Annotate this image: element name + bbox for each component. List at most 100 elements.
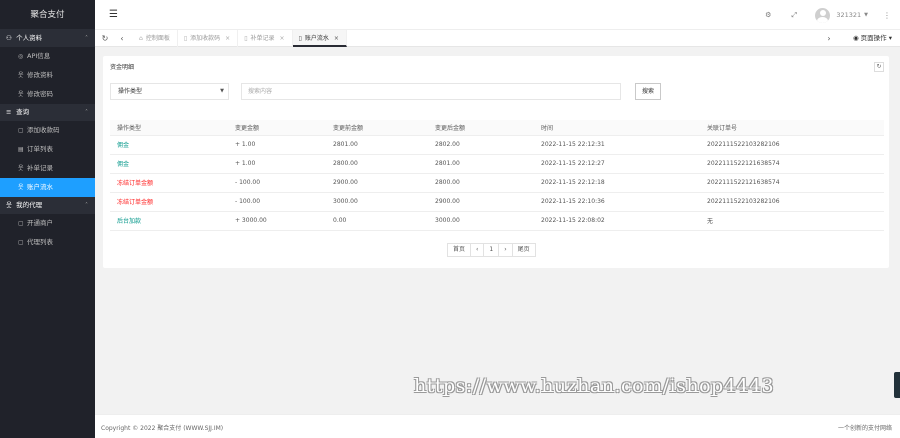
- watermark: https://www.huzhan.com/ishop4443: [414, 375, 775, 397]
- pagination-page-1[interactable]: 1: [483, 243, 500, 257]
- chevron-down-icon[interactable]: ▼: [864, 12, 868, 18]
- tab-dashboard[interactable]: ⌂ 控制面板: [133, 30, 178, 47]
- cell-amount: - 100.00: [228, 173, 326, 193]
- pagination-prev[interactable]: ‹: [470, 243, 485, 257]
- bars-icon: ≡: [6, 108, 12, 116]
- tab-label: 控制面板: [145, 35, 170, 42]
- chevron-left-icon[interactable]: ‹: [115, 30, 129, 47]
- refresh-icon[interactable]: ↻: [98, 30, 112, 47]
- cell-order: 无: [700, 211, 884, 231]
- cell-before: 2900.00: [326, 173, 428, 193]
- cell-type: 冻结订单金额: [110, 173, 228, 193]
- funds-detail-card: 资金明细 ↻ 操作类型 ▼ 搜索 操作类型 变更金额 变更前金额 变更后金额 时…: [103, 56, 889, 268]
- column-header: 变更后金额: [428, 120, 534, 136]
- hamburger-icon[interactable]: ☰: [109, 9, 118, 20]
- page-operations-menu[interactable]: ◉ 页面操作 ▾: [853, 30, 892, 47]
- app-logo[interactable]: 聚合支付: [0, 0, 95, 30]
- sidebar-item-open-merchant[interactable]: ▢ 开通商户: [0, 214, 95, 233]
- sidebar-item-supplement-records[interactable]: 웃 补单记录: [0, 159, 95, 178]
- tab-label: 添加收款码: [190, 35, 221, 42]
- user-icon: 웃: [18, 91, 24, 98]
- circle-dot-icon: ◉: [852, 34, 859, 42]
- close-icon[interactable]: ×: [334, 35, 339, 42]
- nav-group-query[interactable]: ≡ 查询 ˄: [0, 104, 95, 121]
- cell-amount: + 3000.00: [228, 211, 326, 231]
- doc-icon: ▢: [18, 127, 24, 134]
- refresh-icon[interactable]: ↻: [874, 62, 884, 72]
- user-icon: 웃: [18, 165, 24, 172]
- table-row: 佣金 + 1.00 2801.00 2802.00 2022-11-15 22:…: [110, 135, 884, 155]
- nav-group-label: 个人资料: [16, 34, 43, 42]
- column-header: 关联订单号: [700, 120, 884, 136]
- cell-time: 2022-11-15 22:12:18: [534, 173, 700, 193]
- page-ops-label: 页面操作: [860, 34, 887, 42]
- cell-type: 佣金: [110, 154, 228, 174]
- tab-account-flow[interactable]: ▯ 账户流水 ×: [292, 30, 347, 47]
- column-header: 变更金额: [228, 120, 326, 136]
- cell-after: 2800.00: [428, 173, 534, 193]
- pagination-next[interactable]: ›: [498, 243, 513, 257]
- search-input[interactable]: [241, 83, 621, 100]
- sidebar-item-label: 开通商户: [27, 219, 53, 227]
- footer: Copyright © 2022 聚合支付 (WWW.SJJ.IM) 一个创新的…: [95, 414, 900, 438]
- nav-group-agent[interactable]: 웃 我的代理 ˄: [0, 197, 95, 214]
- sidebar-item-label: 修改密码: [27, 90, 53, 98]
- sidebar-item-label: API信息: [27, 52, 51, 60]
- operation-type-select[interactable]: 操作类型 ▼: [110, 83, 229, 100]
- chevron-up-icon: ˄: [85, 109, 88, 116]
- column-header: 时间: [534, 120, 700, 136]
- sidebar-item-label: 账户流水: [27, 183, 53, 191]
- fullscreen-icon[interactable]: ⤢: [781, 11, 807, 20]
- sidebar-item-label: 订单列表: [27, 145, 53, 153]
- cell-time: 2022-11-15 22:12:31: [534, 135, 700, 155]
- column-header: 操作类型: [110, 120, 228, 136]
- sidebar-item-agent-list[interactable]: ▢ 代理列表: [0, 233, 95, 252]
- sidebar-item-edit-profile[interactable]: 웃 修改资料: [0, 66, 95, 85]
- sidebar-item-change-password[interactable]: 웃 修改密码: [0, 85, 95, 104]
- sidebar-item-label: 补单记录: [27, 164, 53, 172]
- caret-down-icon: ▾: [888, 34, 892, 42]
- sidebar-item-label: 添加收款码: [27, 126, 60, 134]
- cell-after: 2802.00: [428, 135, 534, 155]
- cell-after: 2900.00: [428, 192, 534, 212]
- close-icon[interactable]: ×: [225, 35, 230, 42]
- close-icon[interactable]: ×: [280, 35, 285, 42]
- sidebar-item-add-qrcode[interactable]: ▢ 添加收款码: [0, 121, 95, 140]
- user-icon: ⚇: [6, 34, 12, 42]
- tab-add-qrcode[interactable]: ▯ 添加收款码 ×: [178, 30, 239, 47]
- copyright-text: Copyright © 2022 聚合支付 (WWW.SJJ.IM): [101, 425, 224, 432]
- cell-after: 2801.00: [428, 154, 534, 174]
- cell-type: 冻结订单金额: [110, 192, 228, 212]
- list-icon: ▤: [18, 146, 24, 153]
- chevron-right-icon[interactable]: ›: [822, 30, 836, 47]
- avatar[interactable]: [815, 7, 831, 23]
- chevron-up-icon: ˄: [85, 202, 88, 209]
- nav-group-label: 我的代理: [16, 201, 43, 209]
- nav-group-profile[interactable]: ⚇ 个人资料 ˄: [0, 30, 95, 47]
- username[interactable]: 321321: [836, 11, 861, 19]
- cell-after: 3000.00: [428, 211, 534, 231]
- tabs-bar: ↻ ‹ ⌂ 控制面板 ▯ 添加收款码 × ▯ 补单记录 × ▯ 账户流水 × › ◉ 页面操作 …: [95, 30, 900, 47]
- doc-icon: ▢: [18, 239, 24, 246]
- table-row: 佣金 + 1.00 2800.00 2801.00 2022-11-15 22:…: [110, 154, 884, 174]
- tab-supplement-records[interactable]: ▯ 补单记录 ×: [238, 30, 293, 47]
- cell-amount: + 1.00: [228, 135, 326, 155]
- tab-label: 补单记录: [250, 35, 275, 42]
- theme-icon[interactable]: ⚙: [755, 11, 781, 19]
- sidebar-item-label: 修改资料: [27, 71, 53, 79]
- floating-side-widget[interactable]: [894, 372, 900, 398]
- sidebar: 聚合支付 ⚇ 个人资料 ˄ ◎ API信息 웃 修改资料 웃 修改密码 ≡ 查询 ˄ …: [0, 0, 95, 438]
- pagination-last[interactable]: 尾页: [511, 243, 536, 257]
- chevron-up-icon: ˄: [85, 35, 88, 42]
- cell-before: 3000.00: [326, 192, 428, 212]
- table-row: 冻结订单金额 - 100.00 3000.00 2900.00 2022-11-…: [110, 192, 884, 212]
- column-header: 变更前金额: [326, 120, 428, 136]
- cell-type: 佣金: [110, 135, 228, 155]
- search-button[interactable]: 搜索: [635, 83, 661, 100]
- sidebar-item-order-list[interactable]: ▤ 订单列表: [0, 140, 95, 159]
- doc-icon: ▢: [18, 220, 24, 227]
- pagination-first[interactable]: 首页: [447, 243, 472, 257]
- more-vertical-icon[interactable]: ⋮: [882, 11, 892, 20]
- sidebar-item-api-info[interactable]: ◎ API信息: [0, 47, 95, 66]
- sidebar-item-account-flow[interactable]: 웃 账户流水: [0, 178, 95, 197]
